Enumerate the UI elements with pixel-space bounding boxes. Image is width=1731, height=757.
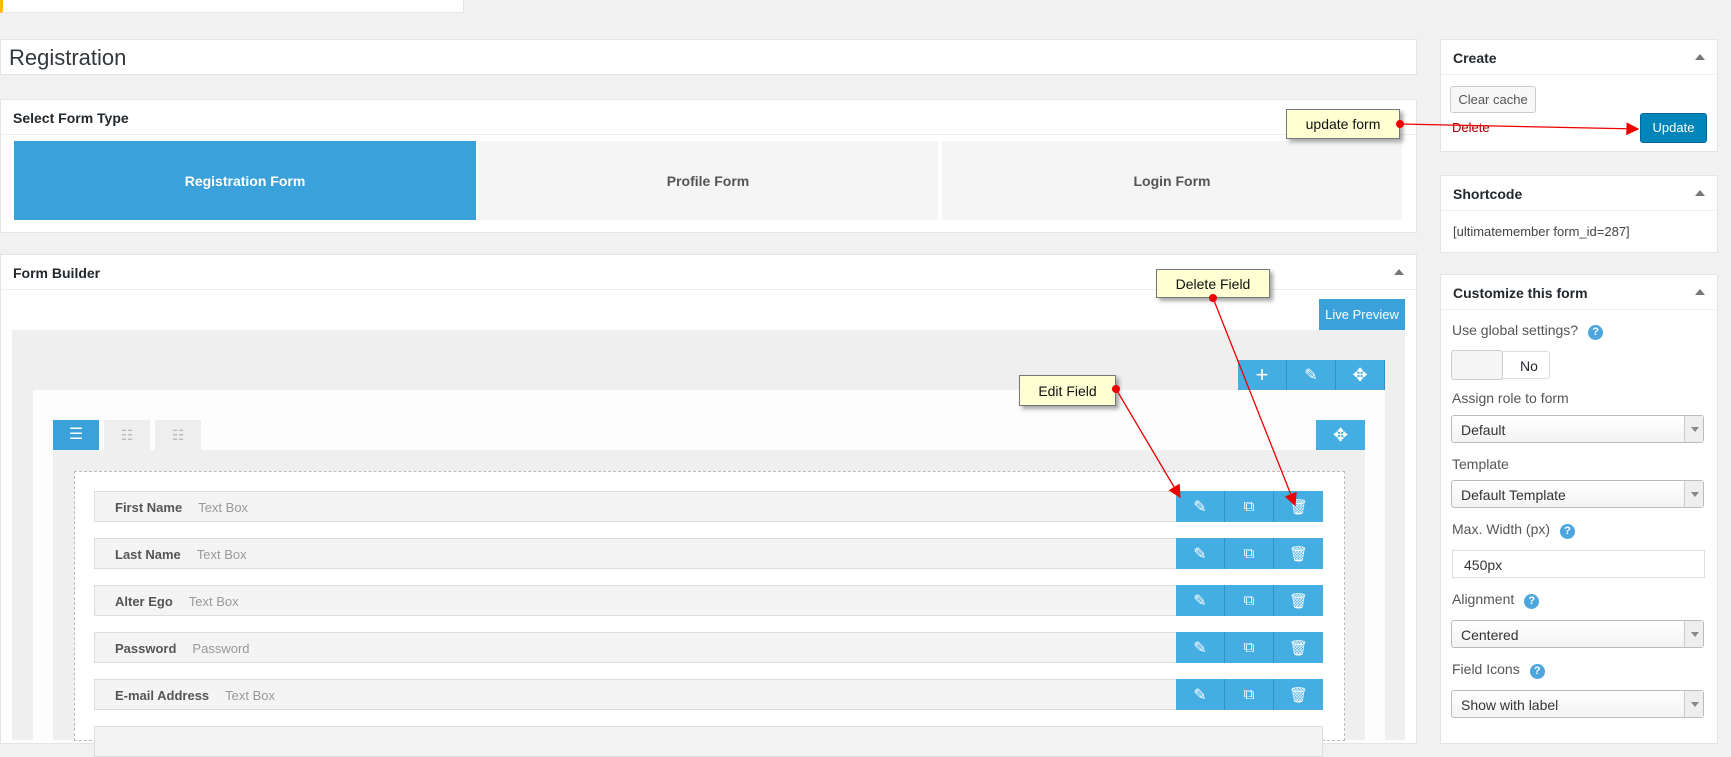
top-notice [0, 0, 464, 13]
field-type: Text Box [198, 500, 249, 515]
tab-registration-form[interactable]: Registration Form [14, 141, 476, 220]
move-row-button[interactable]: ✥ [1336, 360, 1385, 390]
panel-heading: Select Form Type [1, 100, 1416, 135]
collapse-icon[interactable] [1394, 269, 1404, 275]
live-preview-button[interactable]: Live Preview [1319, 299, 1405, 330]
column-layout-2[interactable]: ☷ [104, 420, 150, 450]
delete-field-button[interactable]: 🗑 [1274, 585, 1323, 616]
field-row[interactable]: Alter Ego Text Box ✎ ⧉ 🗑 [94, 585, 1323, 616]
row-toolbar: + ✎ ✥ [1238, 360, 1385, 390]
field-row[interactable]: First Name Text Box ✎ ⧉ 🗑 [94, 491, 1323, 522]
edit-field-button[interactable]: ✎ [1176, 538, 1225, 569]
chevron-down-icon [1684, 621, 1703, 647]
update-button[interactable]: Update [1640, 113, 1707, 143]
help-icon[interactable]: ? [1588, 325, 1604, 340]
template-select[interactable]: Default Template [1451, 480, 1704, 508]
collapse-icon[interactable] [1695, 190, 1705, 196]
edit-field-button[interactable]: ✎ [1176, 679, 1225, 710]
edit-field-button[interactable]: ✎ [1176, 632, 1225, 663]
add-row-button[interactable]: + [1238, 360, 1287, 390]
duplicate-field-button[interactable]: ⧉ [1225, 538, 1274, 569]
shortcode-panel: Shortcode [ultimatemember form_id=287] [1440, 175, 1718, 253]
toggle-value: No [1520, 358, 1538, 374]
field-icons-label: Field Icons? [1452, 661, 1545, 679]
duplicate-field-button[interactable]: ⧉ [1225, 679, 1274, 710]
use-global-toggle[interactable]: No [1451, 350, 1550, 380]
chevron-down-icon [1684, 481, 1703, 507]
edit-field-button[interactable]: ✎ [1176, 491, 1225, 522]
edit-field-button[interactable]: ✎ [1176, 585, 1225, 616]
template-label: Template [1452, 456, 1509, 472]
collapse-icon[interactable] [1695, 54, 1705, 60]
field-type: Text Box [188, 594, 239, 609]
shortcode-value: [ultimatemember form_id=287] [1453, 224, 1630, 239]
move-column-button[interactable]: ✥ [1316, 420, 1365, 450]
chevron-down-icon [1684, 416, 1703, 442]
update-form-callout: update form [1286, 109, 1400, 139]
field-label: First Name Text Box [115, 500, 249, 515]
use-global-label: Use global settings?? [1452, 322, 1604, 340]
max-width-label: Max. Width (px)? [1452, 521, 1576, 539]
alignment-select[interactable]: Centered [1451, 620, 1704, 648]
delete-field-button[interactable]: 🗑 [1274, 632, 1323, 663]
assign-role-label: Assign role to form [1452, 390, 1569, 406]
field-row[interactable]: E-mail Address Text Box ✎ ⧉ 🗑 [94, 679, 1323, 710]
customize-heading: Customize this form [1453, 285, 1588, 301]
column-layout-3[interactable]: ☷ [155, 420, 201, 450]
chevron-down-icon [1684, 691, 1703, 717]
field-label: Last Name Text Box [115, 547, 247, 562]
panel-heading: Shortcode [1441, 176, 1717, 211]
delete-field-callout: Delete Field [1156, 269, 1270, 298]
help-icon[interactable]: ? [1560, 524, 1576, 539]
form-title-input[interactable]: Registration [0, 39, 1417, 75]
edit-field-callout: Edit Field [1019, 375, 1116, 406]
panel-heading: Create [1441, 40, 1717, 75]
toggle-knob [1451, 350, 1503, 380]
alignment-label: Alignment? [1452, 591, 1540, 609]
clear-cache-button[interactable]: Clear cache [1450, 86, 1536, 113]
field-type: Text Box [196, 547, 247, 562]
delete-field-button[interactable]: 🗑 [1274, 679, 1323, 710]
duplicate-field-button[interactable]: ⧉ [1225, 491, 1274, 522]
field-label: E-mail Address Text Box [115, 688, 276, 703]
duplicate-field-button[interactable]: ⧉ [1225, 585, 1274, 616]
create-heading: Create [1453, 50, 1497, 66]
tab-profile-form[interactable]: Profile Form [478, 141, 938, 220]
help-icon[interactable]: ? [1524, 594, 1540, 609]
max-width-input[interactable]: 450px [1452, 550, 1705, 578]
delete-field-button[interactable]: 🗑 [1274, 491, 1323, 522]
collapse-icon[interactable] [1695, 289, 1705, 295]
delete-field-button[interactable]: 🗑 [1274, 538, 1323, 569]
edit-row-button[interactable]: ✎ [1287, 360, 1336, 390]
field-type: Text Box [225, 688, 276, 703]
field-row[interactable]: Password Password ✎ ⧉ 🗑 [94, 632, 1323, 663]
field-row[interactable]: Last Name Text Box ✎ ⧉ 🗑 [94, 538, 1323, 569]
assign-role-select[interactable]: Default [1451, 415, 1704, 443]
field-icons-select[interactable]: Show with label [1451, 690, 1704, 718]
panel-heading: Customize this form [1441, 275, 1717, 310]
field-label: Alter Ego Text Box [115, 594, 239, 609]
help-icon[interactable]: ? [1529, 664, 1545, 679]
duplicate-field-button[interactable]: ⧉ [1225, 632, 1274, 663]
field-type: Password [192, 641, 250, 656]
delete-link[interactable]: Delete [1452, 120, 1490, 135]
tab-login-form[interactable]: Login Form [942, 141, 1402, 220]
field-label: Password Password [115, 641, 250, 656]
column-layout-1[interactable]: ☰ [53, 420, 99, 450]
shortcode-heading: Shortcode [1453, 186, 1523, 202]
form-builder-heading: Form Builder [13, 265, 101, 281]
